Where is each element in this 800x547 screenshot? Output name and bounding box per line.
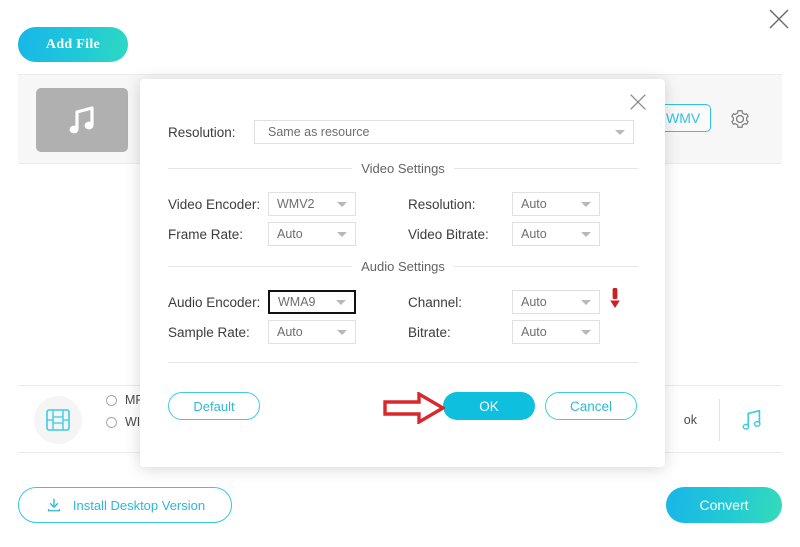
chevron-down-icon	[336, 300, 346, 305]
channel-field: Channel: Auto	[408, 290, 600, 314]
output-format-label: WMV	[666, 110, 700, 126]
divider-line	[168, 168, 352, 169]
video-resolution-value: Auto	[521, 197, 547, 211]
download-icon	[45, 496, 63, 514]
install-desktop-version-button[interactable]: Install Desktop Version	[18, 487, 232, 523]
film-strip-icon	[43, 405, 73, 435]
strip-status-text: ok	[684, 413, 697, 427]
video-bitrate-select[interactable]: Auto	[512, 222, 600, 246]
video-bitrate-field: Video Bitrate: Auto	[408, 222, 600, 246]
frame-rate-field: Frame Rate: Auto	[168, 222, 408, 246]
dialog-close-button[interactable]	[625, 89, 651, 115]
divider-line	[168, 266, 352, 267]
video-resolution-select[interactable]: Auto	[512, 192, 600, 216]
settings-dialog: Resolution: Same as resource Video Setti…	[140, 79, 665, 467]
app-root: Add File WMV	[0, 0, 800, 547]
format-radio-option[interactable]: WI	[106, 415, 144, 429]
install-label: Install Desktop Version	[73, 498, 205, 513]
video-encoder-value: WMV2	[277, 197, 315, 211]
default-button[interactable]: Default	[168, 392, 260, 420]
video-settings-title: Video Settings	[361, 161, 445, 176]
ok-label: OK	[479, 399, 499, 414]
radio-icon	[106, 395, 117, 406]
convert-label: Convert	[699, 497, 748, 513]
video-resolution-label: Resolution:	[408, 197, 512, 212]
format-strip-right: ok	[684, 386, 782, 454]
dialog-footer-divider	[168, 362, 638, 363]
chevron-down-icon	[581, 300, 591, 305]
add-file-button[interactable]: Add File	[18, 27, 128, 62]
audio-settings-header: Audio Settings	[168, 259, 638, 274]
radio-icon	[106, 417, 117, 428]
frame-rate-select[interactable]: Auto	[268, 222, 356, 246]
audio-category-button[interactable]	[720, 386, 782, 454]
audio-bitrate-label: Bitrate:	[408, 325, 512, 340]
add-file-label: Add File	[46, 37, 100, 53]
close-icon	[767, 7, 791, 31]
sample-rate-label: Sample Rate:	[168, 325, 268, 340]
default-label: Default	[193, 399, 234, 414]
sample-rate-select[interactable]: Auto	[268, 320, 356, 344]
chevron-down-icon	[615, 130, 625, 135]
music-note-icon	[62, 100, 102, 140]
file-thumbnail	[36, 88, 128, 152]
video-settings-header: Video Settings	[168, 161, 638, 176]
dialog-resolution-row: Resolution: Same as resource	[168, 120, 638, 144]
ok-button[interactable]: OK	[443, 392, 535, 420]
channel-label: Channel:	[408, 295, 512, 310]
chevron-down-icon	[337, 202, 347, 207]
video-category-button[interactable]	[34, 396, 82, 444]
chevron-down-icon	[581, 232, 591, 237]
file-settings-button[interactable]	[726, 105, 754, 133]
audio-encoder-field: Audio Encoder: WMA9	[168, 290, 408, 314]
sample-rate-value: Auto	[277, 325, 303, 339]
audio-encoder-value: WMA9	[278, 295, 316, 309]
channel-select[interactable]: Auto	[512, 290, 600, 314]
video-encoder-select[interactable]: WMV2	[268, 192, 356, 216]
close-icon	[627, 91, 649, 113]
channel-value: Auto	[521, 295, 547, 309]
audio-bitrate-field: Bitrate: Auto	[408, 320, 600, 344]
chevron-down-icon	[337, 330, 347, 335]
chevron-down-icon	[581, 202, 591, 207]
video-encoder-label: Video Encoder:	[168, 197, 268, 212]
music-note-icon	[737, 406, 765, 434]
audio-encoder-label: Audio Encoder:	[168, 295, 268, 310]
divider-line	[454, 168, 638, 169]
video-bitrate-value: Auto	[521, 227, 547, 241]
resolution-value: Same as resource	[263, 125, 369, 139]
audio-encoder-select[interactable]: WMA9	[268, 290, 356, 314]
frame-rate-label: Frame Rate:	[168, 227, 268, 242]
video-resolution-field: Resolution: Auto	[408, 192, 600, 216]
video-bitrate-label: Video Bitrate:	[408, 227, 512, 242]
convert-button[interactable]: Convert	[666, 487, 782, 523]
audio-bitrate-value: Auto	[521, 325, 547, 339]
format-radio-option[interactable]: MP	[106, 393, 144, 407]
divider-line	[454, 266, 638, 267]
audio-row-1: Audio Encoder: WMA9 Channel: Auto	[168, 290, 638, 314]
video-row-2: Frame Rate: Auto Video Bitrate: Auto	[168, 222, 638, 246]
chevron-down-icon	[337, 232, 347, 237]
video-row-1: Video Encoder: WMV2 Resolution: Auto	[168, 192, 638, 216]
audio-settings-title: Audio Settings	[361, 259, 445, 274]
audio-row-2: Sample Rate: Auto Bitrate: Auto	[168, 320, 638, 344]
format-radio-group: MP WI	[106, 393, 144, 429]
cancel-label: Cancel	[570, 399, 612, 414]
frame-rate-value: Auto	[277, 227, 303, 241]
sample-rate-field: Sample Rate: Auto	[168, 320, 408, 344]
resolution-label: Resolution:	[168, 125, 254, 140]
page-close-button[interactable]	[764, 4, 794, 34]
video-encoder-field: Video Encoder: WMV2	[168, 192, 408, 216]
gear-icon	[729, 108, 751, 130]
cancel-button[interactable]: Cancel	[545, 392, 637, 420]
format-radio-label: WI	[125, 415, 140, 429]
audio-bitrate-select[interactable]: Auto	[512, 320, 600, 344]
resolution-select[interactable]: Same as resource	[254, 120, 634, 144]
chevron-down-icon	[581, 330, 591, 335]
